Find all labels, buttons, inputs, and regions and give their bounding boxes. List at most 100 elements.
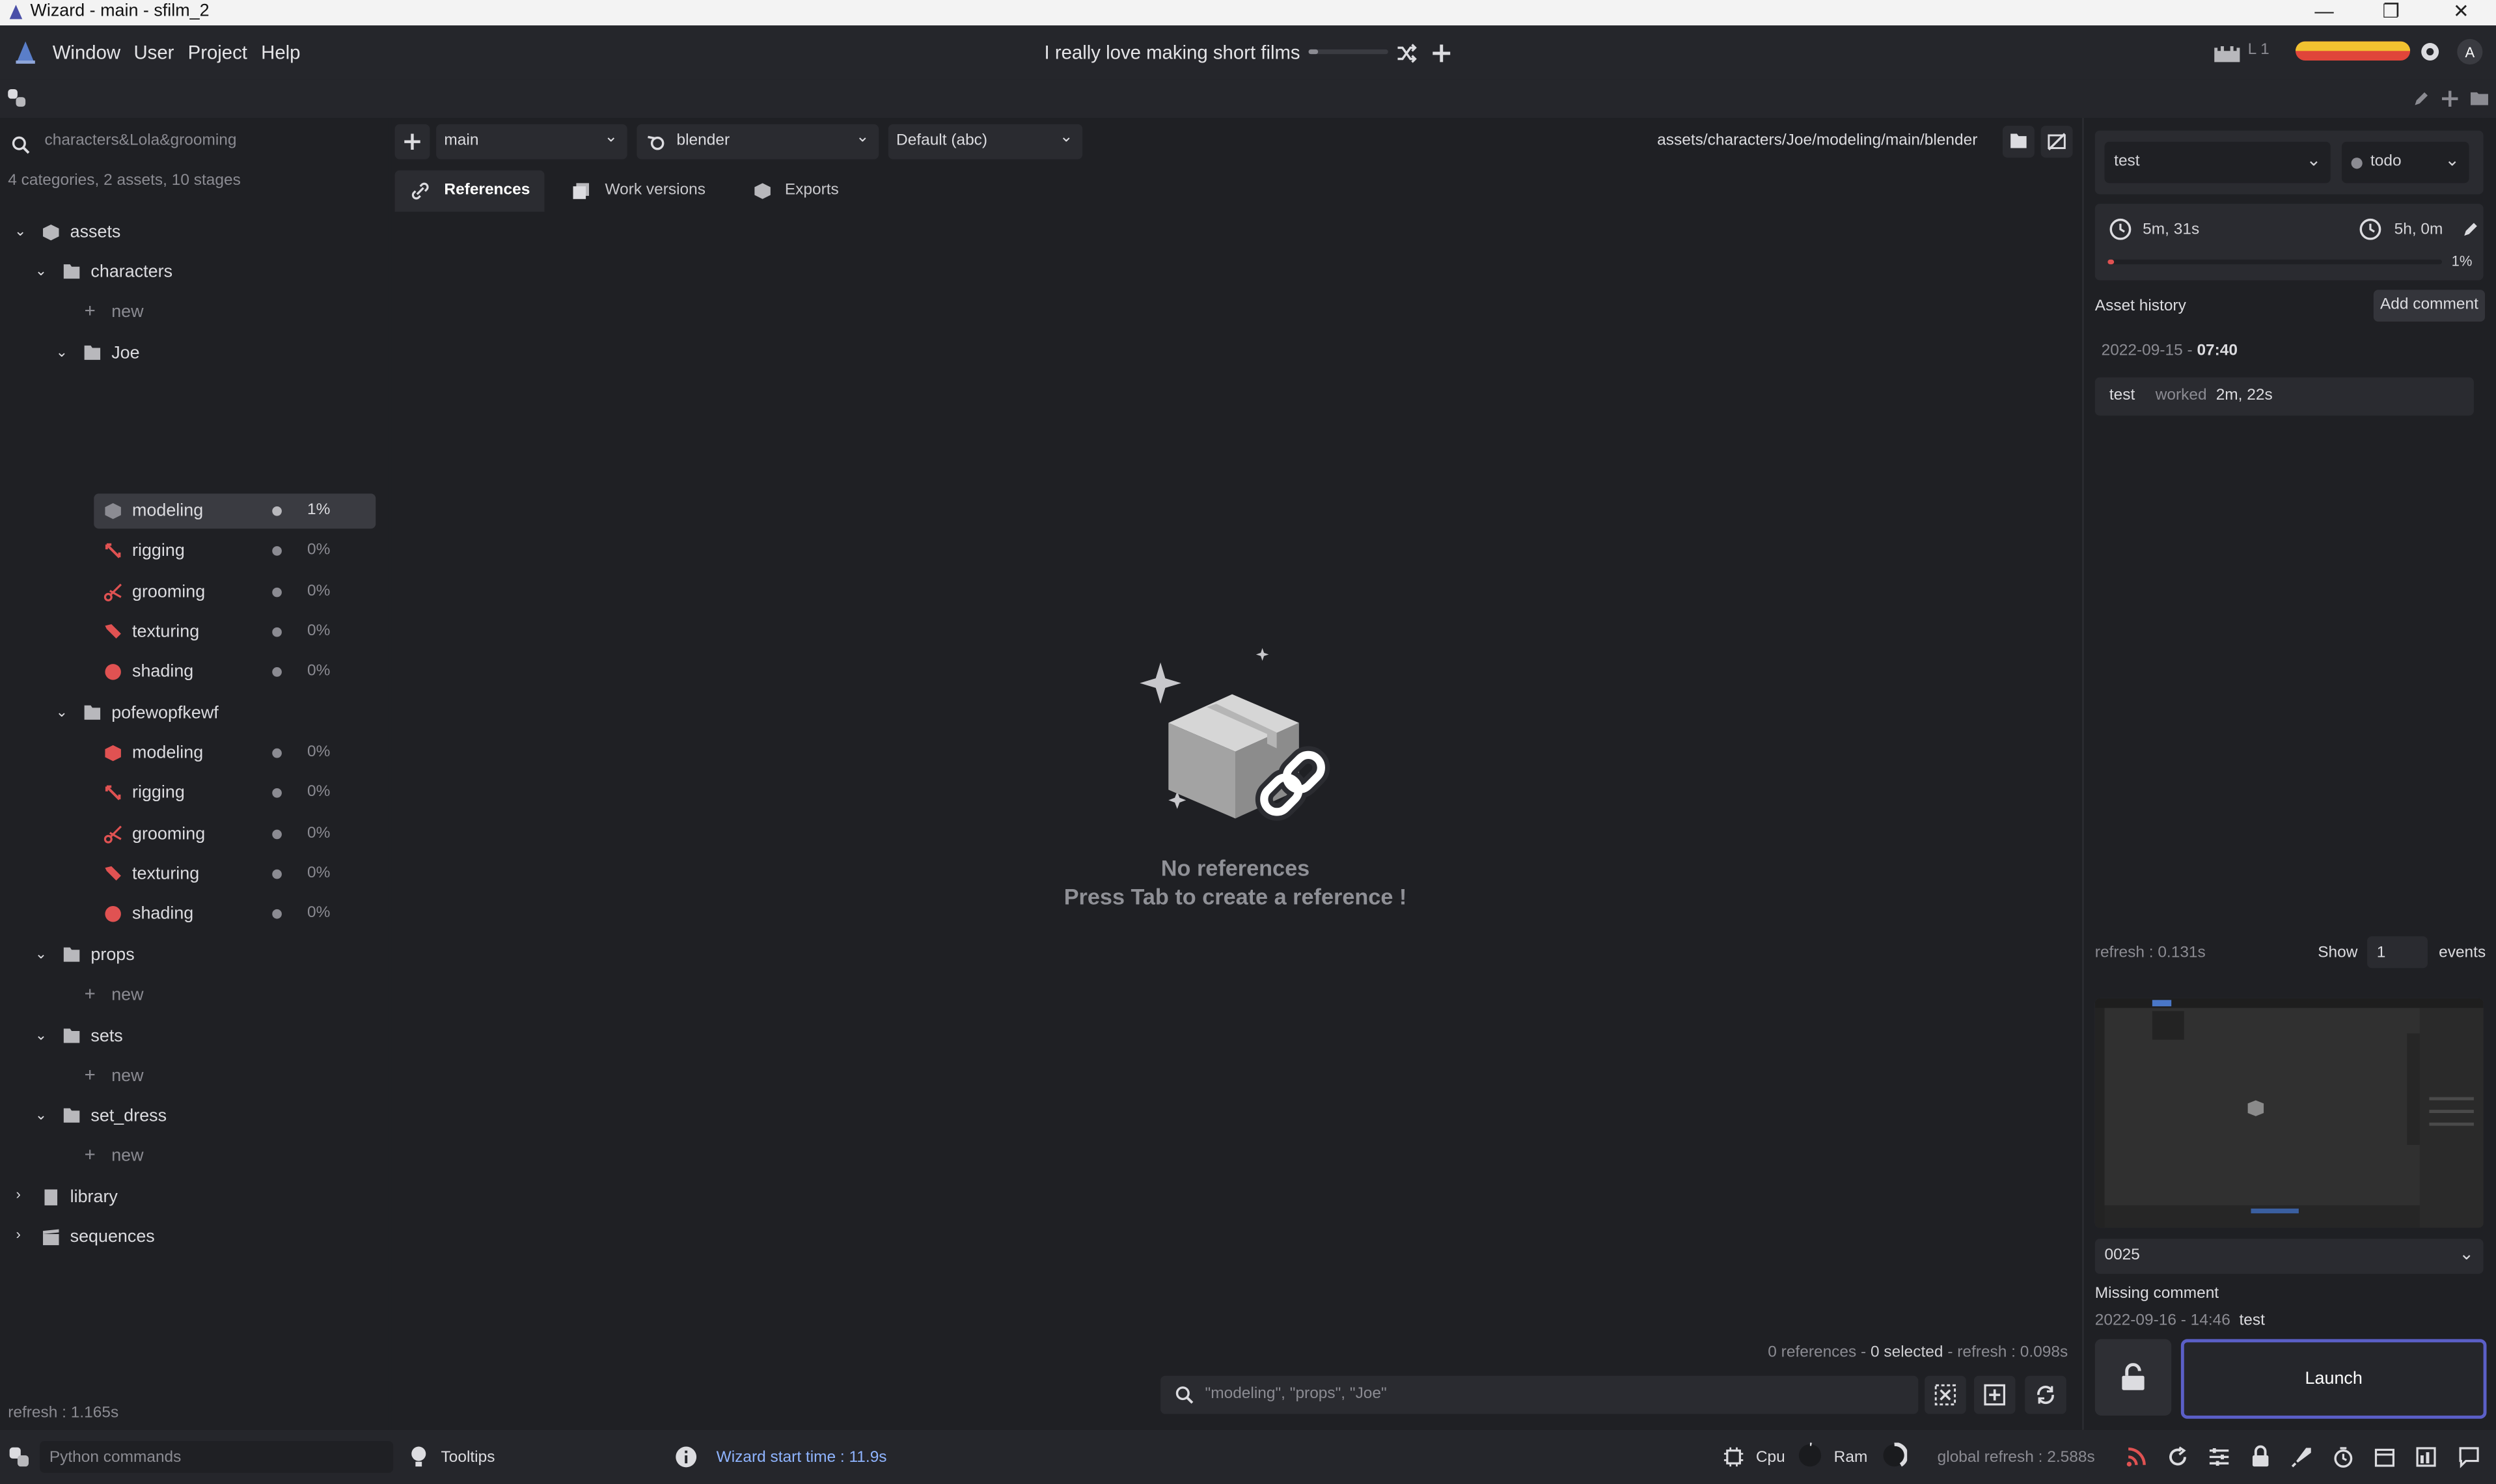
software-select[interactable]: blender ⌄ bbox=[637, 124, 879, 159]
tooltips-toggle[interactable]: Tooltips bbox=[441, 1449, 495, 1466]
references-search-input[interactable]: "modeling", "props", "Joe" bbox=[1205, 1385, 1387, 1403]
tab-work-versions[interactable]: Work versions bbox=[557, 171, 726, 212]
references-status: 0 references - 0 selected - refresh : 0.… bbox=[1768, 1344, 2068, 1362]
assignee-select[interactable]: test ⌄ bbox=[2104, 141, 2331, 184]
events-count-input[interactable]: 1 bbox=[2367, 936, 2428, 969]
stage-joe-texturing[interactable]: texturing 0% bbox=[0, 614, 382, 650]
references-search[interactable]: "modeling", "props", "Joe" bbox=[1160, 1375, 1919, 1414]
tab-references[interactable]: References bbox=[394, 170, 545, 212]
show-label: Show bbox=[2318, 944, 2358, 962]
stage-pofe-grooming[interactable]: grooming 0% bbox=[0, 817, 382, 852]
menu-user[interactable]: User bbox=[133, 42, 174, 64]
settings-gear-icon[interactable] bbox=[2420, 42, 2441, 62]
lock-icon[interactable] bbox=[2249, 1444, 2271, 1468]
add-comment-button[interactable]: Add comment bbox=[2373, 290, 2486, 322]
tree-search[interactable]: characters&Lola&grooming bbox=[0, 124, 389, 159]
menu-project[interactable]: Project bbox=[188, 42, 247, 64]
user-level: L 1 bbox=[2247, 41, 2270, 59]
chevron-down-icon[interactable]: ⌄ bbox=[35, 1027, 47, 1045]
tree-item-props[interactable]: ⌄ props bbox=[0, 938, 382, 973]
python-command-input[interactable]: Python commands bbox=[40, 1440, 394, 1473]
remove-selection-button[interactable] bbox=[1925, 1375, 1966, 1414]
add-work-env-button[interactable] bbox=[394, 124, 430, 159]
project-slider-handle[interactable] bbox=[1308, 49, 1319, 55]
close-button[interactable]: ✕ bbox=[2429, 0, 2493, 25]
dashboard-icon[interactable] bbox=[2415, 1446, 2437, 1468]
open-folder-button[interactable] bbox=[2002, 126, 2035, 158]
history-entry[interactable]: test worked 2m, 22s bbox=[2094, 377, 2474, 416]
tree-item-library[interactable]: › library bbox=[0, 1180, 382, 1215]
chevron-down-icon[interactable]: ⌄ bbox=[35, 946, 47, 963]
tree-new-character[interactable]: + new bbox=[0, 295, 382, 330]
stage-pofe-modeling[interactable]: modeling 0% bbox=[0, 735, 382, 771]
python-icon[interactable] bbox=[7, 88, 27, 109]
stage-pofe-texturing[interactable]: texturing 0% bbox=[0, 857, 382, 892]
tree-item-characters[interactable]: ⌄ characters bbox=[0, 254, 382, 290]
wizard-app-icon[interactable] bbox=[13, 40, 38, 65]
user-avatar[interactable]: A bbox=[2456, 38, 2484, 66]
work-env-select[interactable]: main ⌄ bbox=[436, 124, 627, 159]
menu-window[interactable]: Window bbox=[53, 42, 120, 64]
tree-item-sequences[interactable]: › sequences bbox=[0, 1220, 382, 1255]
tree-new-prop[interactable]: + new bbox=[0, 978, 382, 1013]
state-select[interactable]: todo ⌄ bbox=[2341, 141, 2469, 184]
edit-estimate-icon[interactable] bbox=[2463, 220, 2480, 238]
stage-row-joe-modeling[interactable]: modeling 1% bbox=[0, 493, 382, 529]
export-preset-select[interactable]: Default (abc) ⌄ bbox=[888, 124, 1083, 159]
chevron-down-icon[interactable]: ⌄ bbox=[56, 344, 68, 361]
software-value: blender bbox=[676, 132, 730, 150]
stage-joe-rigging[interactable]: rigging 0% bbox=[0, 534, 382, 569]
update-references-button[interactable] bbox=[2025, 1375, 2066, 1414]
python-icon bbox=[9, 1447, 29, 1467]
lock-button[interactable] bbox=[2094, 1339, 2172, 1416]
shuffle-icon[interactable] bbox=[1396, 43, 1417, 64]
chevron-down-icon[interactable]: ⌄ bbox=[35, 263, 47, 281]
chevron-down-icon: ⌄ bbox=[2445, 151, 2460, 171]
history-user: test bbox=[2109, 387, 2135, 405]
ram-gauge-icon bbox=[1883, 1442, 1908, 1467]
stage-state-dot bbox=[272, 587, 282, 598]
add-reference-button[interactable] bbox=[1973, 1375, 2016, 1414]
version-select[interactable]: 0025 ⌄ bbox=[2094, 1239, 2484, 1274]
sphere-icon bbox=[105, 664, 121, 680]
plus-icon: + bbox=[84, 1064, 96, 1086]
add-icon[interactable] bbox=[1431, 43, 1452, 64]
stage-joe-grooming[interactable]: grooming 0% bbox=[0, 575, 382, 610]
wizard-logo-icon bbox=[9, 5, 23, 20]
chevron-down-icon[interactable]: ⌄ bbox=[35, 1106, 47, 1124]
tree-item-sets[interactable]: ⌄ sets bbox=[0, 1019, 382, 1054]
restore-button[interactable]: ❐ bbox=[2359, 0, 2423, 25]
stage-pofe-shading[interactable]: shading 0% bbox=[0, 896, 382, 931]
edit-pencil-icon[interactable] bbox=[2412, 89, 2431, 108]
lightbulb-icon[interactable] bbox=[409, 1446, 428, 1468]
tree-new-set-dress[interactable]: + new bbox=[0, 1138, 382, 1174]
open-folder-icon[interactable] bbox=[2469, 89, 2490, 108]
hide-panel-button[interactable] bbox=[2040, 126, 2073, 158]
chevron-right-icon[interactable]: › bbox=[16, 1226, 20, 1242]
tree-item-joe[interactable]: ⌄ Joe bbox=[0, 336, 382, 371]
tree-item-pofewopfkewf[interactable]: ⌄ pofewopfkewf bbox=[0, 696, 382, 731]
chevron-right-icon[interactable]: › bbox=[16, 1187, 20, 1202]
stopwatch-icon[interactable] bbox=[2332, 1446, 2354, 1468]
minimize-button[interactable]: — bbox=[2292, 0, 2356, 25]
chevron-down-icon[interactable]: ⌄ bbox=[56, 704, 68, 721]
rss-feed-icon[interactable] bbox=[2125, 1446, 2147, 1468]
menu-help[interactable]: Help bbox=[261, 42, 300, 64]
sliders-icon[interactable] bbox=[2208, 1446, 2230, 1468]
rocket-icon[interactable] bbox=[2291, 1446, 2313, 1468]
tree-search-input[interactable]: characters&Lola&grooming bbox=[44, 132, 236, 150]
launch-button[interactable]: Launch bbox=[2180, 1339, 2487, 1419]
refresh-icon[interactable] bbox=[2167, 1446, 2189, 1468]
tree-item-set-dress[interactable]: ⌄ set_dress bbox=[0, 1099, 382, 1134]
tab-exports[interactable]: Exports bbox=[739, 171, 853, 212]
add-category-icon[interactable] bbox=[2441, 89, 2460, 108]
chat-message-icon[interactable] bbox=[2458, 1446, 2480, 1468]
stage-joe-shading[interactable]: shading 0% bbox=[0, 654, 382, 689]
tree-new-set[interactable]: + new bbox=[0, 1059, 382, 1094]
chevron-down-icon[interactable]: ⌄ bbox=[14, 223, 26, 240]
project-slider[interactable] bbox=[1308, 49, 1388, 55]
version-screenshot[interactable] bbox=[2094, 998, 2484, 1228]
stage-pofe-rigging[interactable]: rigging 0% bbox=[0, 775, 382, 810]
tree-item-assets[interactable]: ⌄ assets bbox=[0, 215, 382, 250]
calendar-icon[interactable] bbox=[2374, 1446, 2396, 1468]
